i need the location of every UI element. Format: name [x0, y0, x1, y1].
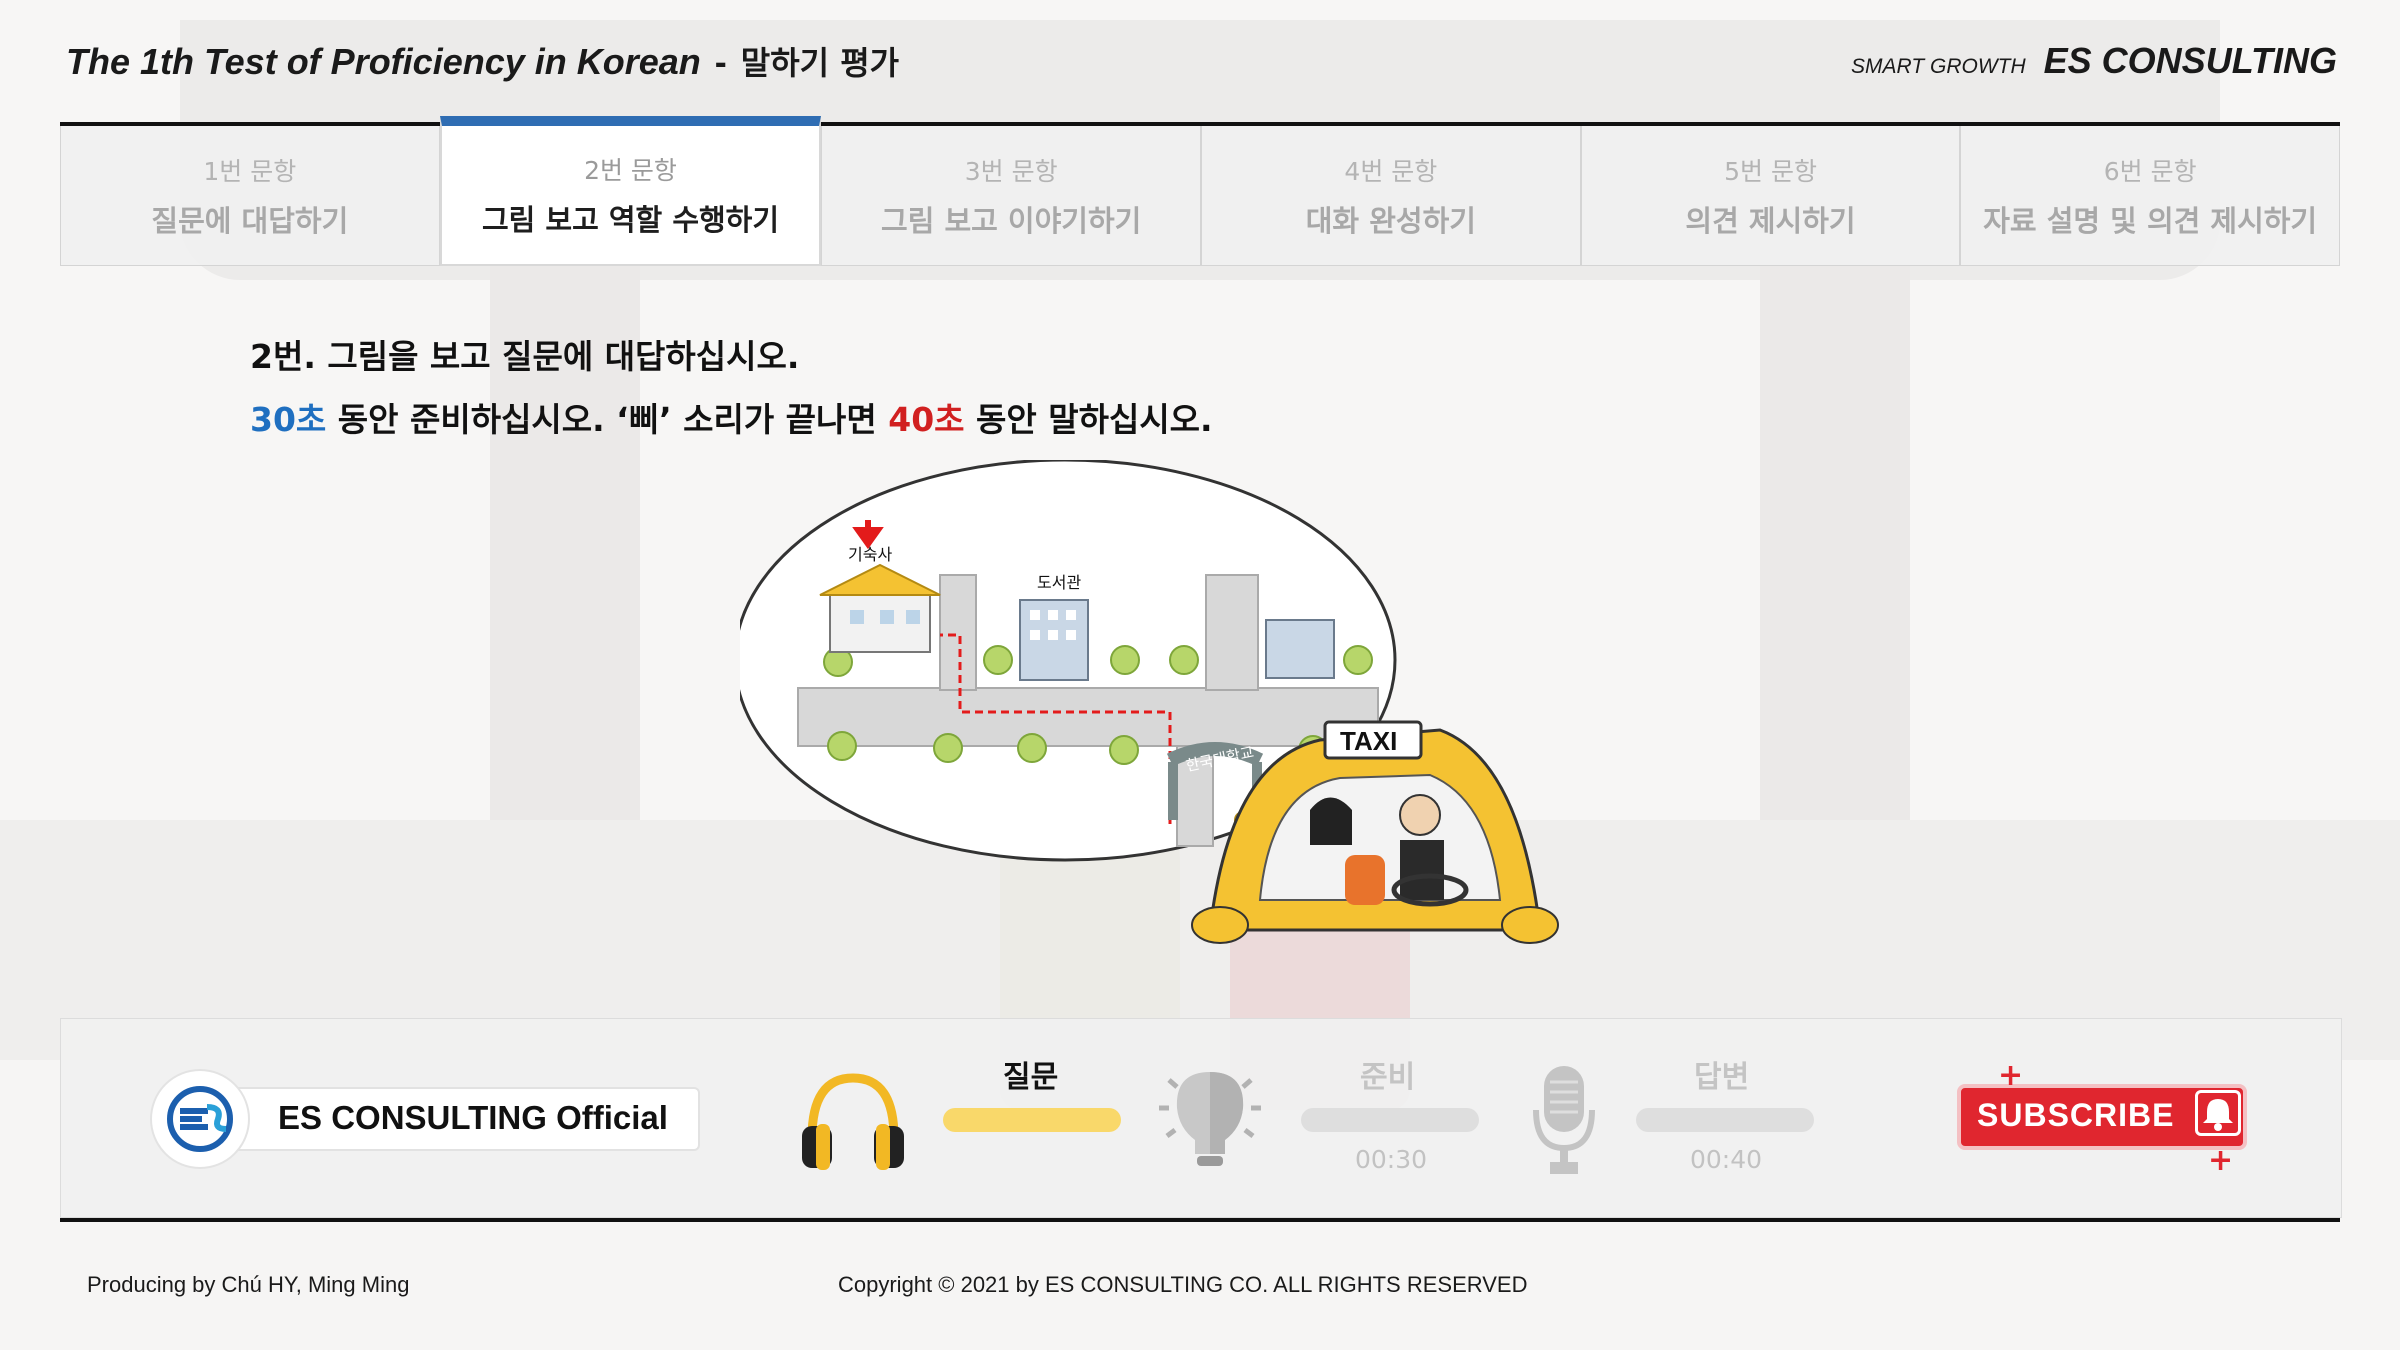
step-prepare-label: 준비 [1360, 1060, 1416, 1095]
tab-question-4[interactable]: 4번 문항 대화 완성하기 [1201, 126, 1581, 266]
tab-label: 자료 설명 및 의견 제시하기 [1983, 203, 2318, 238]
tab-question-1[interactable]: 1번 문항 질문에 대답하기 [60, 126, 440, 266]
prep-time: 30초 [250, 400, 327, 439]
answer-progress-bar [1636, 1108, 1814, 1132]
tab-label: 그림 보고 이야기하기 [881, 203, 1142, 238]
tab-label: 질문에 대답하기 [151, 203, 349, 238]
bell-icon [2195, 1090, 2241, 1136]
page-title: The 1th Test of Proficiency in Korean - 말하… [66, 38, 899, 84]
brand: SMART GROWTH ES CONSULTING [1851, 40, 2337, 82]
office-building [1265, 619, 1335, 679]
brand-tagline: SMART GROWTH [1851, 55, 2026, 78]
tab-question-3[interactable]: 3번 문항 그림 보고 이야기하기 [821, 126, 1202, 266]
tab-label: 그림 보고 역할 수행하기 [481, 203, 780, 237]
prepare-time: 00:30 [1355, 1145, 1428, 1174]
answer-time: 40초 [888, 400, 965, 439]
producer-credit: Producing by Chú HY, Ming Ming [87, 1272, 410, 1297]
question-tabs: 1번 문항 질문에 대답하기 2번 문항 그림 보고 역할 수행하기 3번 문항… [60, 116, 2341, 266]
microphone-icon [1533, 1066, 1595, 1174]
taxi-sign: TAXI [1340, 726, 1397, 756]
brand-name: ES CONSULTING [2043, 40, 2337, 81]
test-subtitle: 말하기 평가 [740, 44, 900, 82]
tab-number: 4번 문항 [1344, 156, 1438, 186]
prepare-progress-bar [1301, 1108, 1479, 1132]
dorm-label: 기숙사 [848, 545, 892, 564]
taxi-map-illustration: 기숙사 도서관 한국대학교 TAXI [740, 460, 1559, 944]
tab-question-6[interactable]: 6번 문항 자료 설명 및 의견 제시하기 [1960, 126, 2341, 266]
tab-number: 5번 문항 [1724, 156, 1817, 186]
subscribe-label: SUBSCRIBE [1977, 1097, 2175, 1133]
step-answer-label: 답변 [1694, 1060, 1750, 1095]
plus-icon: + [2208, 1143, 2234, 1178]
timing-instruction: 30초 동안 준비하십시오. ‘삐’ 소리가 끝나면 40초 동안 말하십시오. [250, 393, 1213, 441]
es-logo-icon [150, 1069, 250, 1169]
tab-question-5[interactable]: 5번 문항 의견 제시하기 [1580, 126, 1961, 266]
tab-label: 의견 제시하기 [1685, 203, 1856, 238]
test-title: The 1th Test of Proficiency in Korean [66, 41, 701, 82]
subscribe-button[interactable]: SUBSCRIBE [1957, 1084, 2247, 1150]
tab-number: 6번 문항 [2103, 156, 2197, 186]
tab-question-2[interactable]: 2번 문항 그림 보고 역할 수행하기 [439, 116, 822, 266]
channel-badge[interactable]: ES CONSULTING Official [150, 1069, 700, 1169]
plus-icon: + [1998, 1058, 2024, 1093]
tab-label: 대화 완성하기 [1305, 203, 1476, 238]
library-label: 도서관 [1037, 573, 1081, 592]
question-prompt: 2번. 그림을 보고 질문에 대답하십시오. [250, 337, 800, 376]
prep-text: 동안 준비하십시오. ‘삐’ 소리가 끝나면 [326, 400, 889, 439]
headphones-icon [802, 1073, 904, 1170]
bar-divider [60, 1218, 2340, 1222]
answer-text: 동안 말하십시오. [964, 400, 1213, 439]
question-progress-bar [943, 1108, 1121, 1132]
answer-time-display: 00:40 [1690, 1145, 1763, 1174]
step-question-label: 질문 [1003, 1060, 1059, 1095]
tab-number: 3번 문항 [964, 156, 1058, 186]
title-separator: - [714, 41, 727, 82]
copyright-text: Copyright © 2021 by ES CONSULTING CO. AL… [838, 1272, 1528, 1297]
tab-number: 1번 문항 [203, 156, 297, 186]
lightbulb-icon [1159, 1072, 1261, 1166]
tab-number: 2번 문항 [584, 156, 677, 185]
channel-name: ES CONSULTING Official [278, 1099, 668, 1136]
